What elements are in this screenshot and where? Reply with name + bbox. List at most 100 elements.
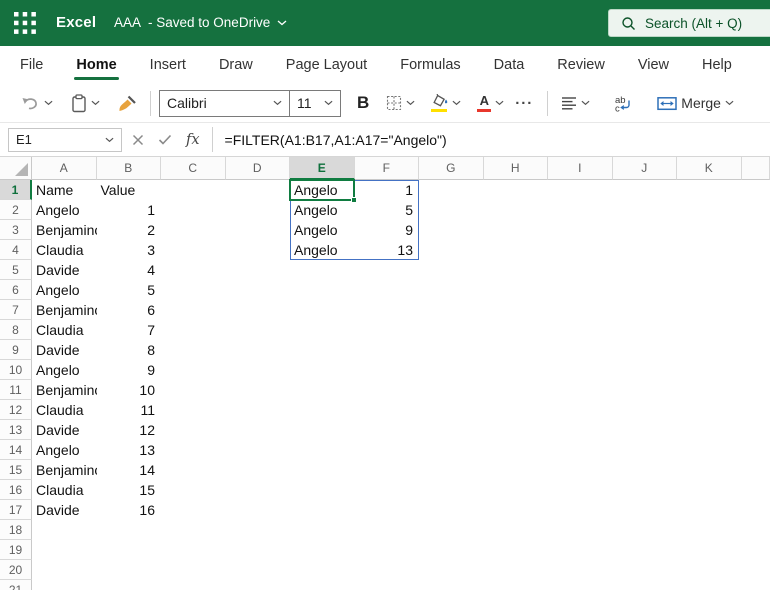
row-header-19[interactable]: 19 [0, 540, 32, 560]
alignment-button[interactable] [556, 92, 595, 115]
formula-input[interactable]: =FILTER(A1:B17,A1:A17="Angelo") [215, 132, 447, 148]
row-header-3[interactable]: 3 [0, 220, 32, 240]
more-font-options-button[interactable]: ··· [509, 95, 539, 112]
cell-B2[interactable]: 1 [97, 200, 162, 220]
menu-tab-file[interactable]: File [20, 46, 43, 84]
merge-button[interactable]: Merge [652, 91, 739, 115]
paste-button[interactable] [66, 90, 105, 117]
column-header-F[interactable]: F [354, 157, 419, 180]
menu-tab-insert[interactable]: Insert [150, 46, 186, 84]
menu-tab-page-layout[interactable]: Page Layout [286, 46, 367, 84]
cell-A14[interactable]: Angelo [32, 440, 97, 460]
menu-tab-view[interactable]: View [638, 46, 669, 84]
row-header-16[interactable]: 16 [0, 480, 32, 500]
column-header-J[interactable]: J [612, 157, 677, 180]
cell-A15[interactable]: Benjamino [32, 460, 97, 480]
row-header-10[interactable]: 10 [0, 360, 32, 380]
cell-A7[interactable]: Benjamino [32, 300, 97, 320]
font-size-select[interactable]: 11 [289, 89, 341, 117]
menu-tab-draw[interactable]: Draw [219, 46, 253, 84]
cell-A13[interactable]: Davide [32, 420, 97, 440]
cell-E2[interactable]: Angelo [290, 200, 355, 220]
cell-B15[interactable]: 14 [97, 460, 162, 480]
cell-A5[interactable]: Davide [32, 260, 97, 280]
cell-B7[interactable]: 6 [97, 300, 162, 320]
insert-function-icon[interactable]: fx [186, 132, 200, 148]
column-header-G[interactable]: G [419, 157, 484, 180]
cell-A6[interactable]: Angelo [32, 280, 97, 300]
bold-button[interactable]: B [349, 93, 377, 113]
cancel-entry-icon[interactable] [132, 134, 144, 146]
name-box[interactable]: E1 [8, 127, 122, 152]
wrap-text-button[interactable]: ab c [609, 91, 638, 116]
cell-B11[interactable]: 10 [97, 380, 162, 400]
cell-A9[interactable]: Davide [32, 340, 97, 360]
borders-button[interactable] [381, 91, 420, 115]
cell-E3[interactable]: Angelo [290, 220, 355, 240]
cell-A1[interactable]: Name [32, 180, 97, 200]
row-header-5[interactable]: 5 [0, 260, 32, 280]
menu-tab-review[interactable]: Review [557, 46, 605, 84]
row-header-6[interactable]: 6 [0, 280, 32, 300]
cell-F2[interactable]: 5 [355, 200, 420, 220]
column-header-I[interactable]: I [548, 157, 613, 180]
cell-B5[interactable]: 4 [97, 260, 162, 280]
cell-B16[interactable]: 15 [97, 480, 162, 500]
row-header-18[interactable]: 18 [0, 520, 32, 540]
column-header-A[interactable]: A [32, 157, 97, 180]
column-header-B[interactable]: B [96, 157, 161, 180]
row-header-7[interactable]: 7 [0, 300, 32, 320]
row-header-8[interactable]: 8 [0, 320, 32, 340]
cell-B9[interactable]: 8 [97, 340, 162, 360]
row-header-9[interactable]: 9 [0, 340, 32, 360]
cell-B3[interactable]: 2 [97, 220, 162, 240]
cell-A11[interactable]: Benjamino [32, 380, 97, 400]
cell-B14[interactable]: 13 [97, 440, 162, 460]
format-painter-button[interactable] [111, 90, 142, 116]
menu-tab-data[interactable]: Data [494, 46, 525, 84]
cell-F1[interactable]: 1 [355, 180, 420, 200]
column-header-E[interactable]: E [290, 157, 355, 180]
row-header-14[interactable]: 14 [0, 440, 32, 460]
search-input[interactable]: Search (Alt + Q) [608, 9, 770, 37]
cell-B12[interactable]: 11 [97, 400, 162, 420]
cell-A16[interactable]: Claudia [32, 480, 97, 500]
menu-tab-home[interactable]: Home [74, 46, 119, 84]
cell-F4[interactable]: 13 [355, 240, 420, 260]
font-name-select[interactable]: Calibri [159, 89, 290, 117]
row-header-20[interactable]: 20 [0, 560, 32, 580]
row-header-17[interactable]: 17 [0, 500, 32, 520]
select-all-corner[interactable] [0, 157, 32, 180]
cell-F3[interactable]: 9 [355, 220, 420, 240]
cell-A10[interactable]: Angelo [32, 360, 97, 380]
cell-B10[interactable]: 9 [97, 360, 162, 380]
column-header-H[interactable]: H [483, 157, 548, 180]
row-header-4[interactable]: 4 [0, 240, 32, 260]
row-header-21[interactable]: 21 [0, 580, 32, 590]
column-header-K[interactable]: K [677, 157, 742, 180]
app-launcher-waffle-icon[interactable] [13, 11, 37, 35]
cell-A8[interactable]: Claudia [32, 320, 97, 340]
cell-E1[interactable]: Angelo [290, 180, 355, 200]
row-header-13[interactable]: 13 [0, 420, 32, 440]
cell-B8[interactable]: 7 [97, 320, 162, 340]
undo-button[interactable] [16, 92, 58, 115]
row-header-2[interactable]: 2 [0, 200, 32, 220]
row-header-12[interactable]: 12 [0, 400, 32, 420]
row-header-15[interactable]: 15 [0, 460, 32, 480]
menu-tab-formulas[interactable]: Formulas [400, 46, 460, 84]
cell-B1[interactable]: Value [97, 180, 162, 200]
column-header-D[interactable]: D [225, 157, 290, 180]
cell-B13[interactable]: 12 [97, 420, 162, 440]
menu-tab-help[interactable]: Help [702, 46, 732, 84]
cell-A12[interactable]: Claudia [32, 400, 97, 420]
cell-E4[interactable]: Angelo [290, 240, 355, 260]
cell-A4[interactable]: Claudia [32, 240, 97, 260]
cell-A17[interactable]: Davide [32, 500, 97, 520]
document-title[interactable]: AAA - Saved to OneDrive [114, 15, 287, 30]
column-header-C[interactable]: C [161, 157, 226, 180]
row-header-1[interactable]: 1 [0, 180, 32, 200]
cell-B4[interactable]: 3 [97, 240, 162, 260]
cell-B17[interactable]: 16 [97, 500, 162, 520]
cell-A3[interactable]: Benjamino [32, 220, 97, 240]
